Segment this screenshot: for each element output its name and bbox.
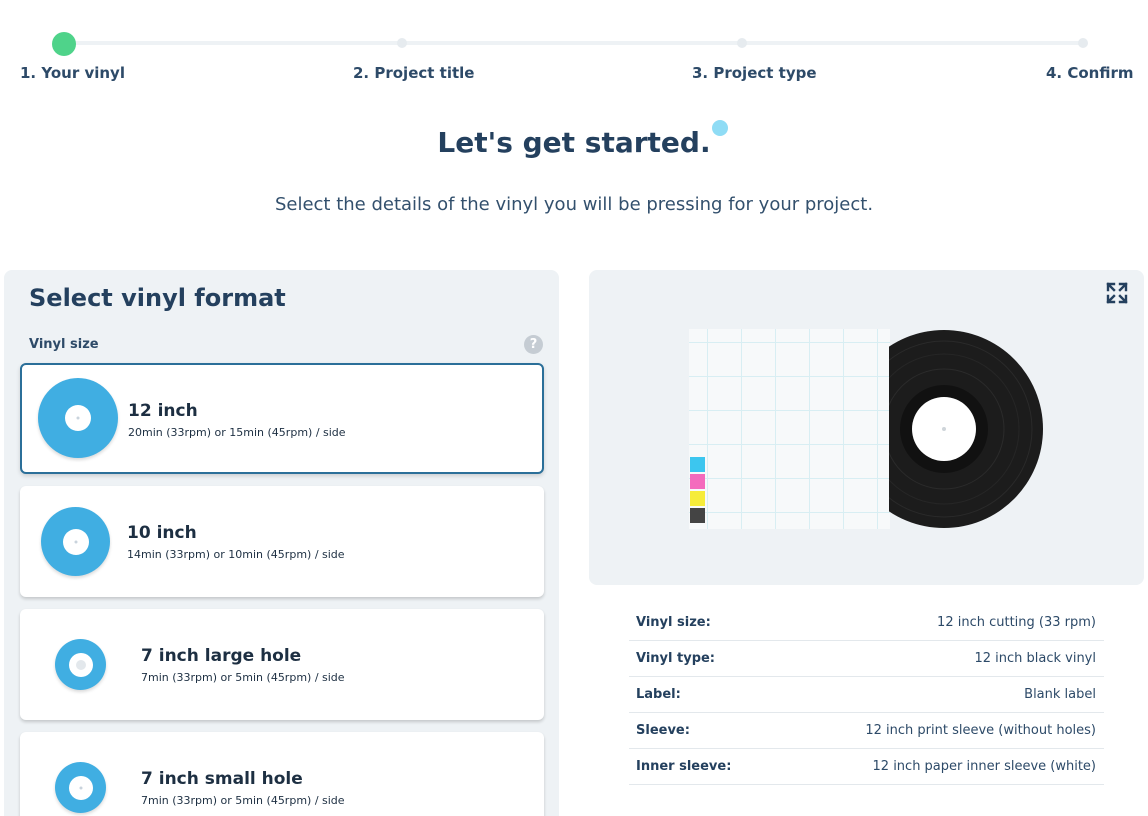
panel-title: Select vinyl format [29, 284, 286, 312]
option-desc: 14min (33rpm) or 10min (45rpm) / side [127, 548, 345, 561]
step-4-label[interactable]: 4. Confirm [1046, 64, 1134, 82]
option-title: 10 inch [127, 523, 197, 543]
spec-key: Inner sleeve: [636, 759, 732, 774]
page-title: Let's get started. [437, 126, 711, 159]
vinyl-disc-icon [55, 639, 106, 690]
step-2-label[interactable]: 2. Project title [353, 64, 474, 82]
step-1-dot[interactable] [52, 32, 76, 56]
spec-value: 12 inch black vinyl [974, 651, 1096, 666]
help-icon[interactable]: ? [524, 335, 543, 354]
vinyl-disc-icon [55, 762, 106, 813]
spec-key: Vinyl type: [636, 651, 716, 666]
spec-value: Blank label [1024, 687, 1096, 702]
cmyk-swatch-yellow [690, 491, 705, 506]
option-7-inch-small-hole[interactable]: 7 inch small hole 7min (33rpm) or 5min (… [20, 732, 544, 816]
spec-row: Sleeve: 12 inch print sleeve (without ho… [629, 713, 1104, 749]
vinyl-disc-icon [41, 507, 110, 576]
cursor-indicator [712, 120, 728, 136]
option-title: 12 inch [128, 401, 198, 421]
spec-key: Label: [636, 687, 681, 702]
step-2-dot[interactable] [397, 38, 407, 48]
spec-key: Vinyl size: [636, 615, 711, 630]
vinyl-format-panel: Select vinyl format Vinyl size ? 12 inch… [4, 270, 559, 816]
spec-key: Sleeve: [636, 723, 690, 738]
cmyk-swatch-black [690, 508, 705, 523]
vinyl-size-label: Vinyl size [29, 337, 99, 352]
sleeve-mockup [689, 329, 890, 529]
progress-stepper: 1. Your vinyl 2. Project title 3. Projec… [0, 0, 1148, 100]
spec-row: Label: Blank label [629, 677, 1104, 713]
step-4-dot[interactable] [1078, 38, 1088, 48]
step-3-dot[interactable] [737, 38, 747, 48]
page-subtitle: Select the details of the vinyl you will… [274, 194, 874, 215]
option-7-inch-large-hole[interactable]: 7 inch large hole 7min (33rpm) or 5min (… [20, 609, 544, 720]
option-desc: 20min (33rpm) or 15min (45rpm) / side [128, 426, 346, 439]
spec-row: Inner sleeve: 12 inch paper inner sleeve… [629, 749, 1104, 785]
spec-value: 12 inch cutting (33 rpm) [937, 615, 1096, 630]
cmyk-swatch-cyan [690, 457, 705, 472]
option-title: 7 inch large hole [141, 646, 302, 666]
step-1-label[interactable]: 1. Your vinyl [20, 64, 125, 82]
cmyk-swatch-magenta [690, 474, 705, 489]
spec-value: 12 inch paper inner sleeve (white) [872, 759, 1096, 774]
option-12-inch[interactable]: 12 inch 20min (33rpm) or 15min (45rpm) /… [20, 363, 544, 474]
stepper-track [64, 41, 1084, 45]
expand-icon[interactable] [1106, 282, 1128, 304]
step-3-label[interactable]: 3. Project type [692, 64, 817, 82]
spec-value: 12 inch print sleeve (without holes) [865, 723, 1096, 738]
option-title: 7 inch small hole [141, 769, 303, 789]
spec-row: Vinyl size: 12 inch cutting (33 rpm) [629, 605, 1104, 641]
vinyl-preview [589, 270, 1144, 585]
option-desc: 7min (33rpm) or 5min (45rpm) / side [141, 671, 345, 684]
specs-table: Vinyl size: 12 inch cutting (33 rpm) Vin… [629, 605, 1104, 785]
spec-row: Vinyl type: 12 inch black vinyl [629, 641, 1104, 677]
option-desc: 7min (33rpm) or 5min (45rpm) / side [141, 794, 345, 807]
vinyl-disc-icon [38, 378, 118, 458]
option-10-inch[interactable]: 10 inch 14min (33rpm) or 10min (45rpm) /… [20, 486, 544, 597]
vinyl-record-mockup [889, 330, 1043, 528]
